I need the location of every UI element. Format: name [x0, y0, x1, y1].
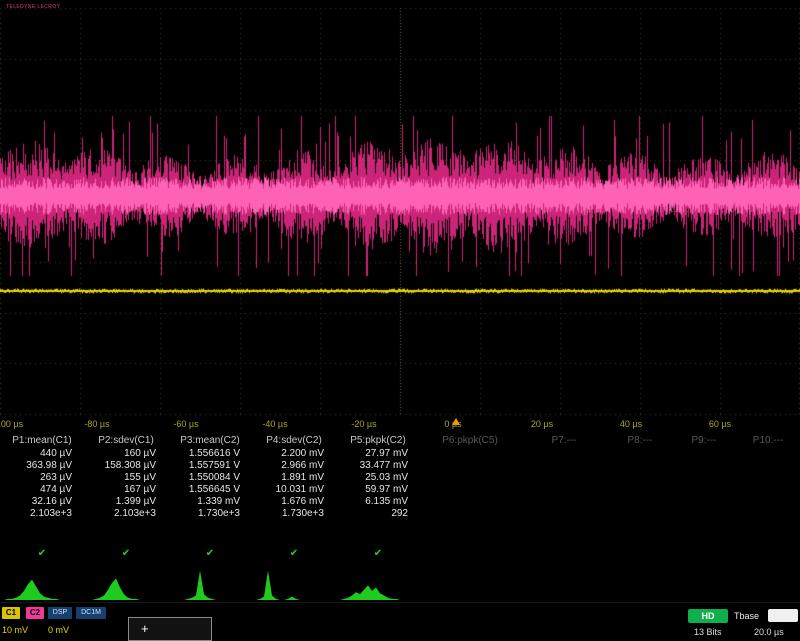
oscilloscope-screen: TELEDYNE LECROY -100 µs -80 µs -60 µs -40 µ…: [0, 0, 800, 640]
measurement-value: 363.98 µV: [0, 460, 84, 472]
histicon[interactable]: [168, 560, 252, 602]
measurement-value: 1.550084 V: [168, 472, 252, 484]
add-panel[interactable]: +: [128, 617, 212, 641]
param-header-unused[interactable]: P9:---: [672, 434, 736, 447]
measurement-header-row: P1:mean(C1)P2:sdev(C1)P3:mean(C2)P4:sdev…: [0, 434, 800, 447]
coupling-badge[interactable]: DC1M: [76, 607, 106, 619]
measurement-row: 2.103e+32.103e+31.730e+31.730e+3292: [0, 508, 800, 520]
descriptor-bar: C1 C2 DSP DC1M 10 mV 0 mV + HD 13 Bits T…: [0, 602, 800, 641]
measurement-value: 155 µV: [84, 472, 168, 484]
measurement-table: 440 µV160 µV1.556616 V2.200 mV27.97 mV36…: [0, 448, 800, 520]
measurement-value: 158.308 µV: [84, 460, 168, 472]
measurement-value: 2.200 mV: [252, 448, 336, 460]
measurement-row: 263 µV155 µV1.550084 V1.891 mV25.03 mV: [0, 472, 800, 484]
time-axis-label: 20 µs: [531, 419, 553, 429]
param-header-unused[interactable]: P8:---: [608, 434, 672, 447]
measurement-value: 6.135 mV: [336, 496, 420, 508]
measurement-value: 25.03 mV: [336, 472, 420, 484]
param-header[interactable]: P4:sdev(C2): [252, 434, 336, 447]
measurement-value: 59.97 mV: [336, 484, 420, 496]
measurement-value: 1.730e+3: [168, 508, 252, 520]
histicon[interactable]: [84, 560, 168, 602]
histicon[interactable]: [336, 560, 420, 602]
measurement-value: 1.399 µV: [84, 496, 168, 508]
histicon-row: [0, 560, 800, 602]
measurement-value: 2.103e+3: [84, 508, 168, 520]
measurement-status-row: ✔✔✔✔✔: [0, 548, 800, 560]
brand-logo: TELEDYNE LECROY: [6, 4, 60, 10]
channel1-descriptor[interactable]: C1: [2, 607, 20, 619]
measurement-value: 292: [336, 508, 420, 520]
status-check-icon: ✔: [168, 548, 252, 560]
param-header-unused[interactable]: P6:pkpk(C5): [420, 434, 520, 447]
measurement-row: 440 µV160 µV1.556616 V2.200 mV27.97 mV: [0, 448, 800, 460]
status-check-icon: ✔: [336, 548, 420, 560]
timebase-label: Tbase: [734, 611, 759, 621]
status-check-icon: ✔: [0, 548, 84, 560]
param-header-unused[interactable]: P7:---: [520, 434, 608, 447]
measurement-value: 2.966 mV: [252, 460, 336, 472]
time-axis: -100 µs -80 µs -60 µs -40 µs -20 µs 0 µs 20 µs…: [0, 416, 800, 433]
status-check-icon: ✔: [252, 548, 336, 560]
measurement-value: 263 µV: [0, 472, 84, 484]
add-button[interactable]: +: [141, 620, 149, 638]
measurement-value: 1.557591 V: [168, 460, 252, 472]
param-header[interactable]: P1:mean(C1): [0, 434, 84, 447]
param-header-unused[interactable]: P10:---: [736, 434, 800, 447]
param-header[interactable]: P2:sdev(C1): [84, 434, 168, 447]
measurement-value: 1.556616 V: [168, 448, 252, 460]
measurement-value: 1.891 mV: [252, 472, 336, 484]
measurement-value: 27.97 mV: [336, 448, 420, 460]
hd-mode-badge[interactable]: HD: [688, 609, 728, 623]
waveform-display[interactable]: [0, 0, 800, 416]
measurement-value: 33.477 mV: [336, 460, 420, 472]
measurement-row: 32.16 µV1.399 µV1.339 mV1.676 mV6.135 mV: [0, 496, 800, 508]
measurement-value: 1.676 mV: [252, 496, 336, 508]
timebase-descriptor[interactable]: [768, 609, 798, 622]
dsp-badge[interactable]: DSP: [48, 607, 72, 619]
measurement-value: 10.031 mV: [252, 484, 336, 496]
hd-bits-label: 13 Bits: [694, 627, 722, 637]
status-check-icon: ✔: [84, 548, 168, 560]
param-header[interactable]: P3:mean(C2): [168, 434, 252, 447]
time-axis-label: 60 µs: [709, 419, 731, 429]
channel2-descriptor[interactable]: C2: [26, 607, 44, 619]
time-axis-label: -60 µs: [173, 419, 198, 429]
time-axis-label: -40 µs: [262, 419, 287, 429]
time-axis-label: -80 µs: [84, 419, 109, 429]
measurement-value: 1.730e+3: [252, 508, 336, 520]
time-axis-label: 40 µs: [620, 419, 642, 429]
measurement-row: 363.98 µV158.308 µV1.557591 V2.966 mV33.…: [0, 460, 800, 472]
channel1-vdiv: 10 mV: [2, 625, 28, 635]
measurement-value: 167 µV: [84, 484, 168, 496]
time-axis-label: -100 µs: [0, 419, 23, 429]
time-axis-label: -20 µs: [351, 419, 376, 429]
measurement-value: 2.103e+3: [0, 508, 84, 520]
measurement-value: 474 µV: [0, 484, 84, 496]
timebase-scale: 20.0 µs: [754, 627, 784, 637]
measurement-value: 1.556645 V: [168, 484, 252, 496]
measurement-value: 440 µV: [0, 448, 84, 460]
histicon[interactable]: [0, 560, 84, 602]
measurement-row: 474 µV167 µV1.556645 V10.031 mV59.97 mV: [0, 484, 800, 496]
time-axis-label: 0 µs: [444, 419, 461, 429]
measurement-value: 32.16 µV: [0, 496, 84, 508]
measurement-value: 160 µV: [84, 448, 168, 460]
param-header[interactable]: P5:pkpk(C2): [336, 434, 420, 447]
measurement-value: 1.339 mV: [168, 496, 252, 508]
channel1-offset: 0 mV: [48, 625, 69, 635]
histicon[interactable]: [252, 560, 336, 602]
